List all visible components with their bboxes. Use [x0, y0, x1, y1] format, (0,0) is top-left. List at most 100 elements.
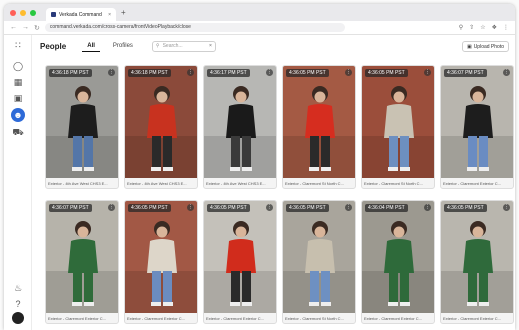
browser-menu-icon[interactable]: ⋮: [503, 24, 509, 31]
upload-photo-button[interactable]: ▣ Upload Photo: [461, 41, 509, 52]
forward-arrow-icon[interactable]: →: [22, 24, 29, 31]
reload-icon[interactable]: ↻: [34, 24, 40, 32]
timestamp-badge: 4:36:05 PM PST: [207, 204, 250, 212]
vehicles-icon[interactable]: ⛟: [11, 125, 25, 139]
person-result-card[interactable]: 4:36:05 PM PST ⋮ Exterior - Claremont Exte…: [203, 200, 277, 324]
verkada-favicon-icon: [51, 12, 56, 17]
more-options-icon[interactable]: ⋮: [187, 69, 194, 76]
camera-name-caption: Exterior - 4th Ave West CHS3 E...: [127, 181, 187, 186]
extension-icons: ⚲ ⇧ ☆ ❖ ⋮: [459, 24, 509, 31]
camera-name-caption: Exterior - Claremont St North C...: [285, 181, 344, 186]
person-result-card[interactable]: 4:36:05 PM PST ⋮ Exterior - Claremont Exte…: [124, 200, 198, 324]
person-result-card[interactable]: 4:36:04 PM PST ⋮ Exterior - Claremont Exte…: [361, 200, 435, 324]
person-result-card[interactable]: 4:36:07 PM PST ⋮ Exterior - Claremont Exte…: [45, 200, 119, 324]
upload-photo-label: Upload Photo: [473, 43, 504, 50]
camera-name-caption: Exterior - Claremont St North C...: [285, 316, 344, 321]
more-options-icon[interactable]: ⋮: [424, 204, 431, 211]
extensions-puzzle-icon[interactable]: ❖: [492, 24, 497, 31]
camera-name-caption: Exterior - Claremont Exterior C...: [127, 316, 186, 321]
people-page: People All Profiles ⚲ Search... × ▣ Uplo…: [32, 35, 515, 330]
app-grid-icon[interactable]: ∷: [11, 38, 25, 52]
archive-icon[interactable]: ▣: [11, 91, 25, 105]
person-thumbnail: [283, 201, 355, 313]
app-shell: ∷ ◯ ▦ ▣ ☻ ⛟ ♨ ? People All Profiles ⚲ Se…: [4, 35, 515, 330]
more-options-icon[interactable]: ⋮: [345, 204, 352, 211]
timestamp-badge: 4:36:05 PM PST: [365, 69, 408, 77]
more-options-icon[interactable]: ⋮: [108, 69, 115, 76]
timestamp-badge: 4:36:05 PM PST: [128, 204, 171, 212]
timestamp-badge: 4:36:05 PM PST: [444, 204, 487, 212]
search-icon: ⚲: [155, 43, 160, 49]
person-thumbnail: [283, 66, 355, 178]
person-thumbnail: [441, 66, 513, 178]
window-minimize-button[interactable]: [20, 9, 26, 16]
user-avatar[interactable]: [12, 312, 24, 324]
person-thumbnail: [204, 66, 276, 178]
person-thumbnail: [46, 66, 118, 178]
video-wall-icon[interactable]: ▦: [11, 75, 25, 89]
browser-tab[interactable]: Verkada Command ×: [46, 8, 116, 21]
person-result-card[interactable]: 4:36:05 PM PST ⋮ Exterior - Claremont St N…: [282, 200, 356, 324]
camera-name-caption: Exterior - 4th Ave West CHS3 E...: [48, 181, 108, 186]
person-result-card[interactable]: 4:36:05 PM PST ⋮ Exterior - Claremont Exte…: [440, 200, 514, 324]
person-result-card[interactable]: 4:36:05 PM PST ⋮ Exterior - Claremont St N…: [282, 65, 356, 189]
back-arrow-icon[interactable]: ←: [10, 24, 17, 31]
more-options-icon[interactable]: ⋮: [345, 69, 352, 76]
person-result-card[interactable]: 4:36:17 PM PST ⋮ Exterior - 4th Ave West C…: [203, 65, 277, 189]
clear-search-icon[interactable]: ×: [209, 43, 212, 49]
timestamp-badge: 4:36:05 PM PST: [286, 69, 329, 77]
sidebar: ∷ ◯ ▦ ▣ ☻ ⛟ ♨ ?: [4, 35, 32, 330]
tab-all[interactable]: All: [82, 41, 100, 52]
person-thumbnail: [125, 66, 197, 178]
tab-close-icon[interactable]: ×: [108, 12, 111, 18]
person-result-card[interactable]: 4:36:18 PM PST ⋮ Exterior - 4th Ave West C…: [45, 65, 119, 189]
page-header: People All Profiles ⚲ Search... ×: [32, 35, 515, 57]
more-options-icon[interactable]: ⋮: [108, 204, 115, 211]
person-result-card[interactable]: 4:36:07 PM PST ⋮ Exterior - Claremont Exte…: [440, 65, 514, 189]
people-icon[interactable]: ☻: [11, 108, 25, 122]
tab-profiles[interactable]: Profiles: [108, 41, 138, 51]
more-options-icon[interactable]: ⋮: [187, 204, 194, 211]
more-options-icon[interactable]: ⋮: [266, 69, 273, 76]
window-controls: [10, 9, 36, 16]
url-field[interactable]: command.verkada.com/cross-camera/frontVi…: [44, 23, 345, 32]
person-thumbnail: [362, 201, 434, 313]
window-close-button[interactable]: [10, 9, 16, 16]
search-input[interactable]: ⚲ Search... ×: [151, 40, 216, 52]
person-result-card[interactable]: 4:36:05 PM PST ⋮ Exterior - Claremont St N…: [361, 65, 435, 189]
timestamp-badge: 4:36:05 PM PST: [286, 204, 329, 212]
person-thumbnail: [441, 201, 513, 313]
timestamp-badge: 4:36:04 PM PST: [365, 204, 408, 212]
zoom-icon[interactable]: ⚲: [459, 24, 463, 31]
more-options-icon[interactable]: ⋮: [424, 69, 431, 76]
more-options-icon[interactable]: ⋮: [503, 204, 510, 211]
timestamp-badge: 4:36:18 PM PST: [49, 69, 92, 77]
help-icon[interactable]: ?: [11, 297, 25, 311]
camera-name-caption: Exterior - Claremont Exterior C...: [443, 316, 502, 321]
person-thumbnail: [46, 201, 118, 313]
person-result-card[interactable]: 4:36:18 PM PST ⋮ Exterior - 4th Ave West C…: [124, 65, 198, 189]
bookmark-star-icon[interactable]: ☆: [480, 24, 485, 31]
search-placeholder: Search...: [162, 43, 183, 49]
person-thumbnail: [204, 201, 276, 313]
new-tab-icon[interactable]: +: [121, 8, 126, 17]
timestamp-badge: 4:36:18 PM PST: [128, 69, 171, 77]
browser-tab-title: Verkada Command: [59, 11, 102, 18]
more-options-icon[interactable]: ⋮: [266, 204, 273, 211]
share-icon[interactable]: ⇧: [469, 24, 474, 31]
address-bar-row: ← → ↻ command.verkada.com/cross-camera/f…: [4, 21, 515, 35]
timestamp-badge: 4:36:17 PM PST: [207, 69, 250, 77]
page-title: People: [40, 41, 67, 51]
window-maximize-button[interactable]: [30, 9, 36, 16]
timestamp-badge: 4:36:07 PM PST: [444, 69, 487, 77]
person-thumbnail: [125, 201, 197, 313]
camera-name-caption: Exterior - 4th Ave West CHS3 E...: [206, 181, 266, 186]
browser-tab-bar: Verkada Command × +: [4, 4, 515, 21]
camera-icon: ▣: [466, 43, 472, 50]
browser-window: Verkada Command × + ← → ↻ command.verkad…: [4, 4, 515, 330]
person-thumbnail: [362, 66, 434, 178]
camera-name-caption: Exterior - Claremont Exterior C...: [364, 316, 423, 321]
more-options-icon[interactable]: ⋮: [503, 69, 510, 76]
notifications-bell-icon[interactable]: ♨: [11, 281, 25, 295]
cameras-icon[interactable]: ◯: [11, 59, 25, 73]
